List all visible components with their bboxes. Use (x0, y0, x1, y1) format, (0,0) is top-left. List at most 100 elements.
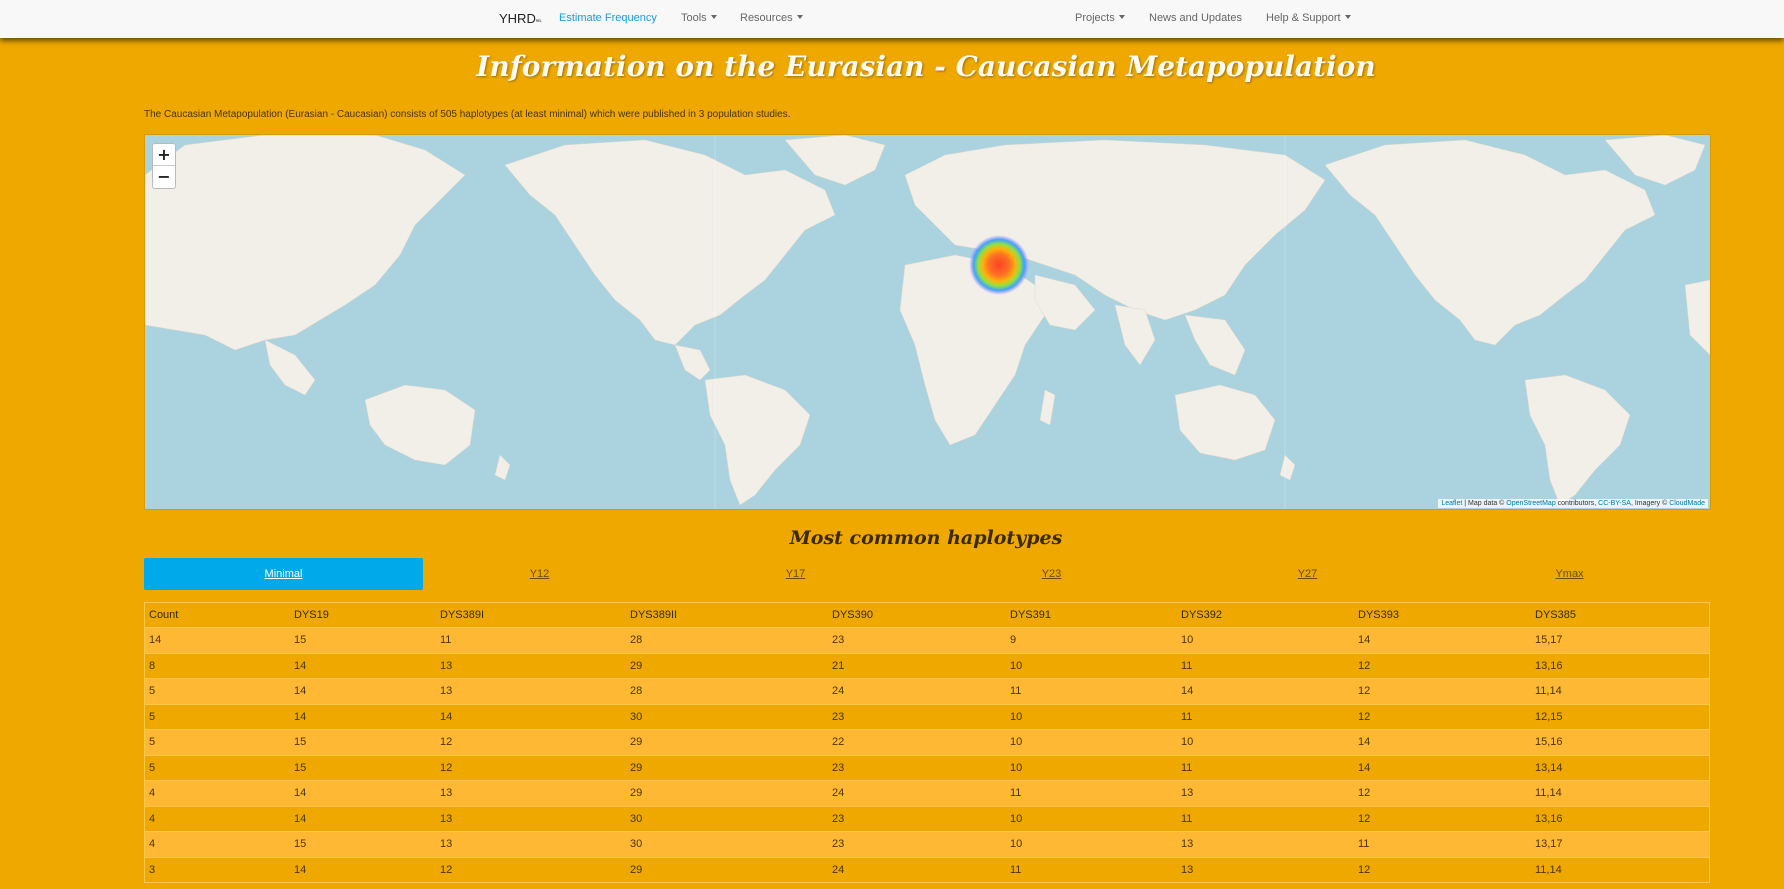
table-cell: 11,14 (1535, 863, 1562, 876)
haplotypes-section-title: Most common haplotypes (789, 527, 1063, 549)
nav-resources-dropdown[interactable]: Resources (740, 12, 803, 24)
population-map[interactable]: + − Leaflet | Map data © OpenStreetMap c… (144, 134, 1711, 510)
table-cell: 9 (1010, 634, 1017, 647)
table-cell: 30 (630, 812, 643, 825)
table-cell: 5 (149, 736, 156, 749)
table-cell: 13 (440, 685, 453, 698)
column-header[interactable]: DYS391 (1006, 603, 1177, 628)
table-cell: 13,14 (1535, 761, 1563, 774)
table-cell: 11,14 (1535, 787, 1562, 800)
tab-y12[interactable]: Y12 (400, 558, 679, 590)
nav-news-link[interactable]: News and Updates (1149, 12, 1242, 24)
table-cell: 12 (1358, 685, 1371, 698)
table-cell: 14 (1358, 736, 1371, 749)
table-cell: 30 (630, 838, 643, 851)
landmass-central-america (674, 344, 711, 381)
table-cell: 13,16 (1535, 812, 1563, 825)
table-cell: 12 (1358, 787, 1371, 800)
column-header[interactable]: DYS389I (436, 603, 626, 628)
landmass-south-america (704, 374, 811, 506)
table-cell: 23 (832, 761, 845, 774)
table-cell: 15 (294, 761, 307, 774)
landmass-south-america-right (1524, 374, 1631, 506)
table-cell: 11 (1010, 787, 1022, 800)
nav-resources-label: Resources (740, 12, 793, 24)
table-cell: 11 (1358, 838, 1370, 851)
table-row: 5 14 13 28 24 11 14 12 11,14 (145, 678, 1709, 704)
tab-ymax[interactable]: Ymax (1430, 558, 1709, 590)
column-header[interactable]: DYS390 (828, 603, 1006, 628)
table-cell: 28 (630, 685, 643, 698)
table-cell: 13,17 (1535, 838, 1563, 851)
column-header[interactable]: Count (145, 603, 290, 628)
nav-tools-label: Tools (681, 12, 707, 24)
column-header[interactable]: DYS385 (1531, 603, 1709, 628)
tab-y17[interactable]: Y17 (656, 558, 935, 590)
table-cell: 29 (630, 787, 643, 800)
landmass-arabia (1034, 274, 1096, 331)
table-cell: 14 (294, 787, 307, 800)
landmass-africa (899, 254, 1046, 446)
tab-minimal[interactable]: Minimal (144, 558, 423, 590)
license-link[interactable]: CC-BY-SA (1598, 500, 1631, 507)
table-cell: 11 (1010, 863, 1022, 876)
column-header[interactable]: DYS389II (626, 603, 828, 628)
nav-help-dropdown[interactable]: Help & Support (1266, 12, 1351, 24)
nav-help-label: Help & Support (1266, 12, 1341, 24)
table-cell: 11 (1181, 710, 1193, 723)
table-cell: 14 (294, 812, 307, 825)
table-cell: 12 (440, 736, 453, 749)
table-cell: 11 (1181, 812, 1193, 825)
nav-estimate-frequency-label: Estimate Frequency (559, 12, 657, 24)
table-cell: 11,14 (1535, 685, 1562, 698)
table-cell: 10 (1010, 736, 1023, 749)
table-cell: 8 (149, 659, 156, 672)
tab-y23[interactable]: Y23 (912, 558, 1191, 590)
nav-estimate-frequency[interactable]: Estimate Frequency (559, 12, 657, 24)
table-row: 4 14 13 30 23 10 11 12 13,16 (145, 806, 1709, 832)
column-header[interactable]: DYS19 (290, 603, 436, 628)
population-description: The Caucasian Metapopulation (Eurasian -… (144, 109, 791, 120)
table-cell: 13 (1181, 787, 1194, 800)
landmass-east-asia-left (145, 135, 466, 351)
table-cell: 24 (832, 685, 845, 698)
attribution-text-3: , Imagery © (1630, 500, 1670, 507)
brand-sub: ᴿᴱᴸ (535, 19, 542, 25)
table-cell: 12 (440, 761, 453, 774)
table-cell: 10 (1010, 812, 1023, 825)
brand-name: YHRD (499, 11, 536, 26)
heatmap-hotspot (969, 235, 1029, 295)
column-header[interactable]: DYS393 (1354, 603, 1531, 628)
landmass-se-asia-mid (1184, 314, 1246, 376)
landmass-north-america-right (1324, 139, 1656, 346)
table-cell: 3 (149, 863, 156, 876)
world-map-tiles (145, 135, 1710, 509)
table-cell: 5 (149, 685, 156, 698)
leaflet-link[interactable]: Leaflet (1441, 500, 1462, 507)
cloudmade-link[interactable]: CloudMade (1669, 500, 1705, 507)
table-cell: 14 (1181, 685, 1194, 698)
landmass-australia-mid (1174, 384, 1276, 461)
attribution-text-2: contributors, (1555, 500, 1599, 507)
table-cell: 15 (294, 736, 307, 749)
tab-y27[interactable]: Y27 (1168, 558, 1447, 590)
table-cell: 24 (832, 863, 845, 876)
zoom-out-button[interactable]: − (153, 166, 175, 188)
map-attribution: Leaflet | Map data © OpenStreetMap contr… (1438, 499, 1708, 508)
nav-projects-dropdown[interactable]: Projects (1075, 12, 1125, 24)
brand-logo[interactable]: YHRDᴿᴱᴸ (499, 11, 542, 26)
openstreetmap-link[interactable]: OpenStreetMap (1506, 500, 1555, 507)
nav-tools-dropdown[interactable]: Tools (681, 12, 717, 24)
table-cell: 24 (832, 787, 845, 800)
table-cell: 5 (149, 761, 156, 774)
table-cell: 13 (440, 659, 453, 672)
top-navbar: YHRDᴿᴱᴸ Estimate Frequency Tools Resourc… (0, 0, 1784, 38)
zoom-control: + − (152, 143, 176, 189)
table-cell: 14 (294, 685, 307, 698)
column-header[interactable]: DYS392 (1177, 603, 1354, 628)
table-row: 14 15 11 28 23 9 10 14 15,17 (145, 627, 1709, 653)
table-cell: 5 (149, 710, 156, 723)
table-cell: 10 (1010, 659, 1023, 672)
table-row: 4 14 13 29 24 11 13 12 11,14 (145, 780, 1709, 806)
zoom-in-button[interactable]: + (153, 144, 175, 166)
